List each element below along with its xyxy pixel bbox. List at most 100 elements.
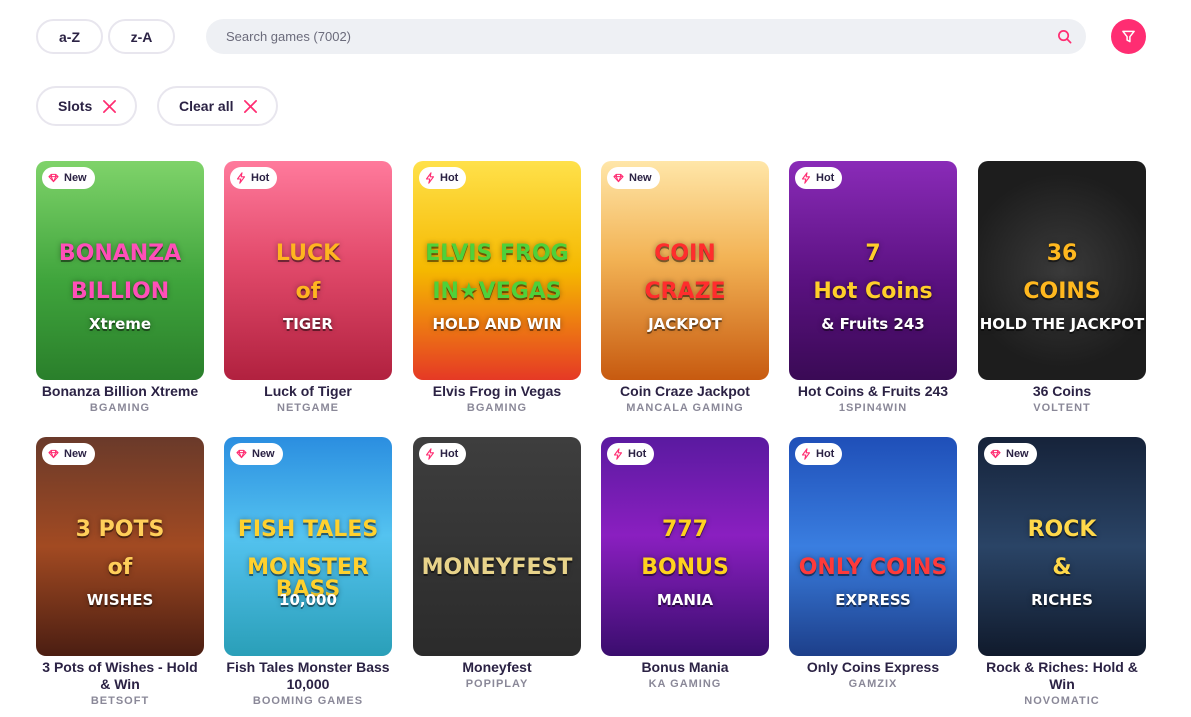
game-thumbnail[interactable]: 3 POTS of WISHES New — [36, 437, 204, 656]
search-bar — [206, 19, 1086, 54]
game-art-title-main: BILLION — [70, 279, 170, 304]
game-provider: BOOMING GAMES — [252, 695, 364, 707]
game-title[interactable]: Hot Coins & Fruits 243 — [789, 383, 957, 400]
filter-chip-slots[interactable]: Slots — [36, 86, 137, 126]
game-badge-label: Hot — [251, 172, 270, 184]
bolt-icon — [425, 448, 435, 460]
game-art-title-top: LUCK — [275, 241, 341, 266]
game-card[interactable]: LUCK of TIGER Hot Luck of Tiger NETGAME — [224, 161, 392, 414]
game-badge: Hot — [795, 443, 843, 465]
game-badge: Hot — [419, 443, 467, 465]
game-card[interactable]: 3 POTS of WISHES New 3 Pots of Wishes - Hold… — [36, 437, 204, 707]
game-badge: Hot — [230, 167, 278, 189]
game-title[interactable]: Elvis Frog in Vegas — [413, 383, 581, 400]
game-art-title-main: MONEYFEST — [421, 555, 573, 580]
filter-button[interactable] — [1111, 19, 1146, 54]
game-art-title-main: IN★VEGAS — [432, 279, 562, 304]
game-badge-label: Hot — [440, 448, 459, 460]
game-card[interactable]: BONANZA BILLION Xtreme New Bonanza Billion X… — [36, 161, 204, 414]
close-icon[interactable] — [243, 99, 258, 114]
game-title[interactable]: Coin Craze Jackpot — [601, 383, 769, 400]
game-thumbnail[interactable]: COIN CRAZE JACKPOT New — [601, 161, 769, 380]
game-art-title-bottom: HOLD AND WIN — [432, 315, 562, 333]
game-title[interactable]: 3 Pots of Wishes - Hold & Win — [36, 659, 204, 693]
game-art-title-top: ROCK — [1027, 517, 1097, 542]
game-card[interactable]: 777 BONUS MANIA Hot Bonus Mania KA GAMING — [601, 437, 769, 690]
game-card[interactable]: 7 Hot Coins & Fruits 243 Hot Hot Coins & Fru… — [789, 161, 957, 414]
game-title[interactable]: Luck of Tiger — [224, 383, 392, 400]
game-card[interactable]: MONEYFEST Hot Moneyfest POPIPLAY — [413, 437, 581, 690]
game-art-title-top: 36 — [1046, 241, 1078, 266]
game-badge: Hot — [607, 443, 655, 465]
game-art-title-main: of — [107, 555, 133, 580]
game-thumbnail[interactable]: ELVIS FROG IN★VEGAS HOLD AND WIN Hot — [413, 161, 581, 380]
game-title[interactable]: Fish Tales Monster Bass 10,000 — [224, 659, 392, 693]
search-input[interactable] — [226, 19, 1046, 54]
game-thumbnail[interactable]: 7 Hot Coins & Fruits 243 Hot — [789, 161, 957, 380]
game-art-title-bottom: MANIA — [656, 591, 714, 609]
sort-z-a-button[interactable]: z-A — [108, 19, 175, 54]
game-thumbnail[interactable]: FISH TALES MONSTER BASS 10,000 New — [224, 437, 392, 656]
search-icon[interactable] — [1057, 29, 1072, 44]
game-badge-label: New — [1006, 448, 1029, 460]
game-badge-label: Hot — [816, 172, 835, 184]
game-art-title-main: BONUS — [641, 555, 729, 580]
game-title[interactable]: Rock & Riches: Hold & Win — [978, 659, 1146, 693]
game-badge-label: New — [64, 172, 87, 184]
game-card[interactable]: FISH TALES MONSTER BASS 10,000 New Fish Tale… — [224, 437, 392, 707]
gem-icon — [613, 173, 624, 183]
game-card[interactable]: ROCK & RICHES New Rock & Riches: Hold & Win N… — [978, 437, 1146, 707]
game-provider: MANCALA GAMING — [626, 402, 744, 414]
game-art-title-bottom: & Fruits 243 — [821, 315, 925, 333]
game-art-title-top: 777 — [662, 517, 708, 542]
game-provider: BETSOFT — [90, 695, 150, 707]
game-thumbnail[interactable]: BONANZA BILLION Xtreme New — [36, 161, 204, 380]
game-provider: BGAMING — [466, 402, 528, 414]
game-badge-label: Hot — [816, 448, 835, 460]
game-thumbnail[interactable]: ONLY COINS EXPRESS Hot — [789, 437, 957, 656]
game-provider: GAMZIX — [848, 678, 898, 690]
game-title[interactable]: Only Coins Express — [789, 659, 957, 676]
game-badge: New — [607, 167, 660, 189]
close-icon[interactable] — [102, 99, 117, 114]
bolt-icon — [801, 448, 811, 460]
game-provider: KA GAMING — [648, 678, 722, 690]
gem-icon — [990, 449, 1001, 459]
game-art-title-top: FISH TALES — [237, 517, 379, 542]
game-thumbnail[interactable]: LUCK of TIGER Hot — [224, 161, 392, 380]
game-art-title-top: BONANZA — [58, 241, 182, 266]
game-title[interactable]: Bonus Mania — [601, 659, 769, 676]
game-title[interactable]: Moneyfest — [413, 659, 581, 676]
game-thumbnail[interactable]: 36 COINS HOLD THE JACKPOT — [978, 161, 1146, 380]
game-art-title-top: ELVIS FROG — [425, 241, 569, 266]
game-art-title-top: 3 POTS — [75, 517, 165, 542]
game-provider: 1SPIN4WIN — [838, 402, 908, 414]
sort-a-z-button[interactable]: a-Z — [36, 19, 103, 54]
game-card[interactable]: 36 COINS HOLD THE JACKPOT 36 Coins VOLTENT — [978, 161, 1146, 414]
game-badge-label: New — [629, 172, 652, 184]
game-thumbnail[interactable]: ROCK & RICHES New — [978, 437, 1146, 656]
game-title[interactable]: 36 Coins — [978, 383, 1146, 400]
game-art-title-bottom: RICHES — [1031, 591, 1093, 609]
game-provider: NOVOMATIC — [1024, 695, 1100, 707]
game-badge-label: New — [252, 448, 275, 460]
game-thumbnail[interactable]: 777 BONUS MANIA Hot — [601, 437, 769, 656]
game-badge: Hot — [795, 167, 843, 189]
game-art-title-bottom: JACKPOT — [648, 315, 722, 333]
game-card[interactable]: ELVIS FROG IN★VEGAS HOLD AND WIN Hot Elvis F… — [413, 161, 581, 414]
clear-all-button[interactable]: Clear all — [157, 86, 278, 126]
game-card[interactable]: ONLY COINS EXPRESS Hot Only Coins Express GA… — [789, 437, 957, 690]
game-title[interactable]: Bonanza Billion Xtreme — [36, 383, 204, 400]
game-card[interactable]: COIN CRAZE JACKPOT New Coin Craze Jackpot MAN… — [601, 161, 769, 414]
game-badge-label: New — [64, 448, 87, 460]
game-badge: New — [42, 167, 95, 189]
game-badge: New — [984, 443, 1037, 465]
bolt-icon — [801, 172, 811, 184]
game-badge: New — [42, 443, 95, 465]
filter-icon — [1122, 30, 1135, 43]
clear-all-label: Clear all — [179, 98, 234, 114]
bolt-icon — [425, 172, 435, 184]
game-thumbnail[interactable]: MONEYFEST Hot — [413, 437, 581, 656]
game-art-title-main: Hot Coins — [813, 279, 933, 304]
game-art-title-bottom: TIGER — [283, 315, 333, 333]
